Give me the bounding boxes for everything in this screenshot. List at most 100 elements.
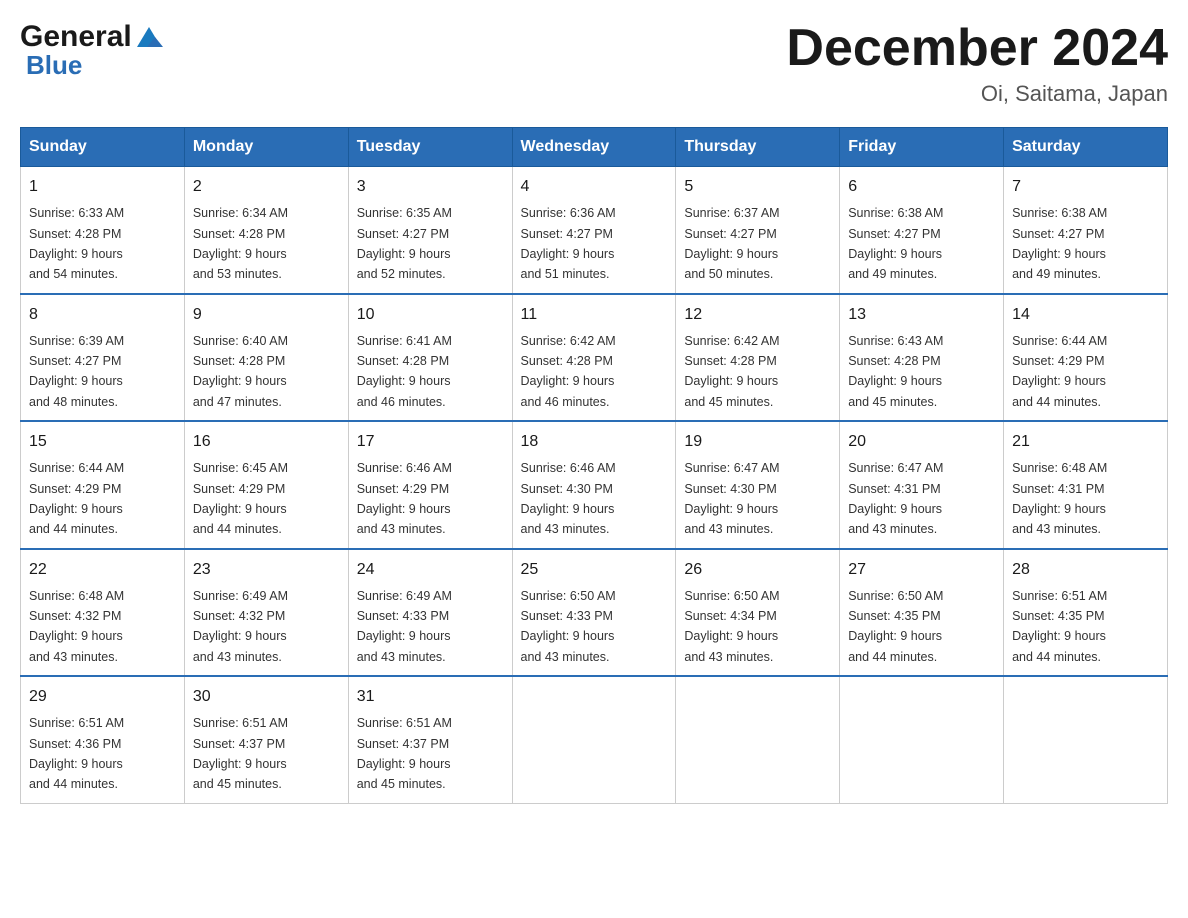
calendar-day-cell: 21 Sunrise: 6:48 AMSunset: 4:31 PMDaylig…	[1004, 421, 1168, 549]
calendar-week-row: 1 Sunrise: 6:33 AMSunset: 4:28 PMDayligh…	[21, 167, 1168, 294]
calendar-day-cell: 24 Sunrise: 6:49 AMSunset: 4:33 PMDaylig…	[348, 549, 512, 677]
calendar-day-cell: 13 Sunrise: 6:43 AMSunset: 4:28 PMDaylig…	[840, 294, 1004, 422]
calendar-week-row: 15 Sunrise: 6:44 AMSunset: 4:29 PMDaylig…	[21, 421, 1168, 549]
calendar-day-cell: 30 Sunrise: 6:51 AMSunset: 4:37 PMDaylig…	[184, 676, 348, 803]
calendar-day-cell: 16 Sunrise: 6:45 AMSunset: 4:29 PMDaylig…	[184, 421, 348, 549]
day-info: Sunrise: 6:51 AMSunset: 4:37 PMDaylight:…	[193, 716, 288, 791]
day-number: 5	[684, 175, 831, 199]
day-info: Sunrise: 6:51 AMSunset: 4:37 PMDaylight:…	[357, 716, 452, 791]
day-info: Sunrise: 6:50 AMSunset: 4:33 PMDaylight:…	[521, 589, 616, 664]
day-number: 12	[684, 303, 831, 327]
day-info: Sunrise: 6:34 AMSunset: 4:28 PMDaylight:…	[193, 206, 288, 281]
page-header: General Blue December 2024 Oi, Saitama, …	[20, 20, 1168, 107]
day-number: 10	[357, 303, 504, 327]
day-number: 22	[29, 558, 176, 582]
day-info: Sunrise: 6:49 AMSunset: 4:33 PMDaylight:…	[357, 589, 452, 664]
calendar-day-cell: 12 Sunrise: 6:42 AMSunset: 4:28 PMDaylig…	[676, 294, 840, 422]
calendar-day-cell: 8 Sunrise: 6:39 AMSunset: 4:27 PMDayligh…	[21, 294, 185, 422]
day-info: Sunrise: 6:41 AMSunset: 4:28 PMDaylight:…	[357, 334, 452, 409]
day-number: 13	[848, 303, 995, 327]
day-number: 30	[193, 685, 340, 709]
header-monday: Monday	[184, 128, 348, 167]
calendar-day-cell: 29 Sunrise: 6:51 AMSunset: 4:36 PMDaylig…	[21, 676, 185, 803]
day-info: Sunrise: 6:46 AMSunset: 4:29 PMDaylight:…	[357, 461, 452, 536]
month-year-title: December 2024	[786, 20, 1168, 77]
day-number: 25	[521, 558, 668, 582]
day-info: Sunrise: 6:46 AMSunset: 4:30 PMDaylight:…	[521, 461, 616, 536]
day-info: Sunrise: 6:50 AMSunset: 4:35 PMDaylight:…	[848, 589, 943, 664]
calendar-day-cell: 4 Sunrise: 6:36 AMSunset: 4:27 PMDayligh…	[512, 167, 676, 294]
day-number: 28	[1012, 558, 1159, 582]
day-number: 24	[357, 558, 504, 582]
calendar-day-cell	[512, 676, 676, 803]
day-info: Sunrise: 6:38 AMSunset: 4:27 PMDaylight:…	[848, 206, 943, 281]
calendar-day-cell: 25 Sunrise: 6:50 AMSunset: 4:33 PMDaylig…	[512, 549, 676, 677]
day-info: Sunrise: 6:35 AMSunset: 4:27 PMDaylight:…	[357, 206, 452, 281]
calendar-day-cell: 27 Sunrise: 6:50 AMSunset: 4:35 PMDaylig…	[840, 549, 1004, 677]
day-number: 19	[684, 430, 831, 454]
logo-triangle-icon	[135, 23, 163, 51]
calendar-week-row: 8 Sunrise: 6:39 AMSunset: 4:27 PMDayligh…	[21, 294, 1168, 422]
day-number: 11	[521, 303, 668, 327]
day-info: Sunrise: 6:51 AMSunset: 4:35 PMDaylight:…	[1012, 589, 1107, 664]
day-number: 3	[357, 175, 504, 199]
day-info: Sunrise: 6:36 AMSunset: 4:27 PMDaylight:…	[521, 206, 616, 281]
header-saturday: Saturday	[1004, 128, 1168, 167]
day-number: 31	[357, 685, 504, 709]
header-thursday: Thursday	[676, 128, 840, 167]
day-info: Sunrise: 6:37 AMSunset: 4:27 PMDaylight:…	[684, 206, 779, 281]
day-number: 14	[1012, 303, 1159, 327]
calendar-day-cell	[840, 676, 1004, 803]
day-info: Sunrise: 6:40 AMSunset: 4:28 PMDaylight:…	[193, 334, 288, 409]
day-info: Sunrise: 6:45 AMSunset: 4:29 PMDaylight:…	[193, 461, 288, 536]
location-text: Oi, Saitama, Japan	[786, 81, 1168, 107]
day-info: Sunrise: 6:38 AMSunset: 4:27 PMDaylight:…	[1012, 206, 1107, 281]
calendar-day-cell: 3 Sunrise: 6:35 AMSunset: 4:27 PMDayligh…	[348, 167, 512, 294]
calendar-day-cell: 23 Sunrise: 6:49 AMSunset: 4:32 PMDaylig…	[184, 549, 348, 677]
day-info: Sunrise: 6:44 AMSunset: 4:29 PMDaylight:…	[1012, 334, 1107, 409]
day-number: 16	[193, 430, 340, 454]
calendar-day-cell: 31 Sunrise: 6:51 AMSunset: 4:37 PMDaylig…	[348, 676, 512, 803]
day-number: 4	[521, 175, 668, 199]
day-number: 23	[193, 558, 340, 582]
day-number: 6	[848, 175, 995, 199]
calendar-day-cell: 18 Sunrise: 6:46 AMSunset: 4:30 PMDaylig…	[512, 421, 676, 549]
calendar-day-cell: 26 Sunrise: 6:50 AMSunset: 4:34 PMDaylig…	[676, 549, 840, 677]
calendar-day-cell	[1004, 676, 1168, 803]
weekday-header-row: Sunday Monday Tuesday Wednesday Thursday…	[21, 128, 1168, 167]
header-sunday: Sunday	[21, 128, 185, 167]
calendar-day-cell: 17 Sunrise: 6:46 AMSunset: 4:29 PMDaylig…	[348, 421, 512, 549]
logo: General Blue	[20, 20, 163, 81]
calendar-day-cell: 1 Sunrise: 6:33 AMSunset: 4:28 PMDayligh…	[21, 167, 185, 294]
calendar-day-cell: 7 Sunrise: 6:38 AMSunset: 4:27 PMDayligh…	[1004, 167, 1168, 294]
day-info: Sunrise: 6:42 AMSunset: 4:28 PMDaylight:…	[684, 334, 779, 409]
day-number: 7	[1012, 175, 1159, 199]
calendar-day-cell: 22 Sunrise: 6:48 AMSunset: 4:32 PMDaylig…	[21, 549, 185, 677]
day-info: Sunrise: 6:51 AMSunset: 4:36 PMDaylight:…	[29, 716, 124, 791]
calendar-day-cell: 2 Sunrise: 6:34 AMSunset: 4:28 PMDayligh…	[184, 167, 348, 294]
day-info: Sunrise: 6:42 AMSunset: 4:28 PMDaylight:…	[521, 334, 616, 409]
day-number: 27	[848, 558, 995, 582]
day-info: Sunrise: 6:39 AMSunset: 4:27 PMDaylight:…	[29, 334, 124, 409]
header-friday: Friday	[840, 128, 1004, 167]
day-number: 17	[357, 430, 504, 454]
day-number: 2	[193, 175, 340, 199]
day-info: Sunrise: 6:44 AMSunset: 4:29 PMDaylight:…	[29, 461, 124, 536]
calendar-day-cell: 10 Sunrise: 6:41 AMSunset: 4:28 PMDaylig…	[348, 294, 512, 422]
calendar-day-cell: 11 Sunrise: 6:42 AMSunset: 4:28 PMDaylig…	[512, 294, 676, 422]
calendar-week-row: 22 Sunrise: 6:48 AMSunset: 4:32 PMDaylig…	[21, 549, 1168, 677]
day-number: 18	[521, 430, 668, 454]
calendar-day-cell: 6 Sunrise: 6:38 AMSunset: 4:27 PMDayligh…	[840, 167, 1004, 294]
day-number: 26	[684, 558, 831, 582]
day-info: Sunrise: 6:48 AMSunset: 4:32 PMDaylight:…	[29, 589, 124, 664]
day-info: Sunrise: 6:48 AMSunset: 4:31 PMDaylight:…	[1012, 461, 1107, 536]
day-info: Sunrise: 6:47 AMSunset: 4:30 PMDaylight:…	[684, 461, 779, 536]
logo-general-text: General	[20, 20, 132, 54]
day-number: 8	[29, 303, 176, 327]
day-number: 9	[193, 303, 340, 327]
header-wednesday: Wednesday	[512, 128, 676, 167]
title-section: December 2024 Oi, Saitama, Japan	[786, 20, 1168, 107]
day-number: 20	[848, 430, 995, 454]
calendar-table: Sunday Monday Tuesday Wednesday Thursday…	[20, 127, 1168, 804]
calendar-week-row: 29 Sunrise: 6:51 AMSunset: 4:36 PMDaylig…	[21, 676, 1168, 803]
